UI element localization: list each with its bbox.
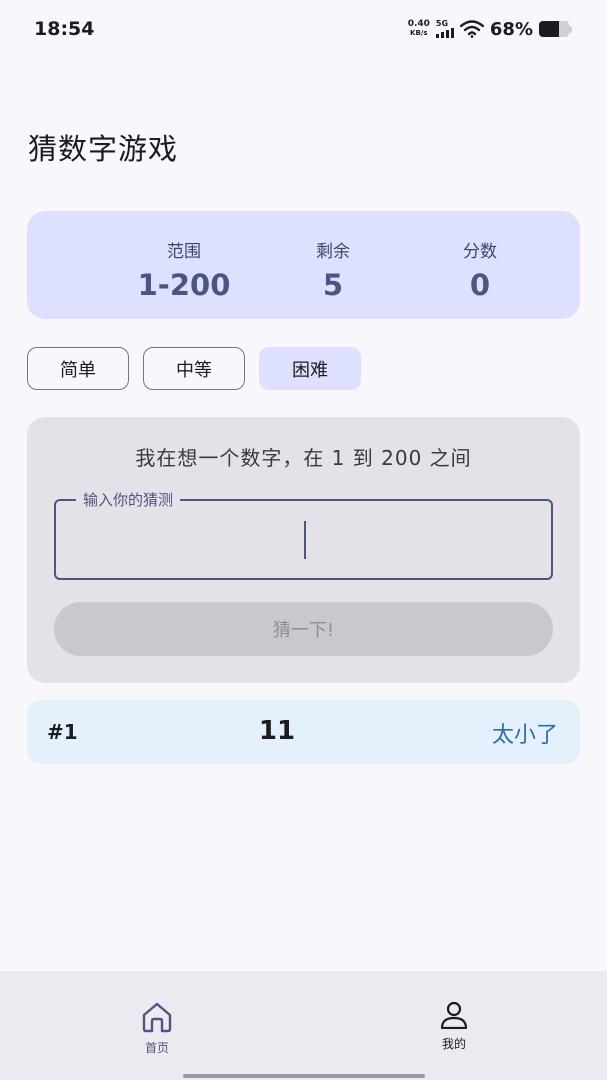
nav-item-profile[interactable]: 我的: [394, 1001, 514, 1052]
stat-remaining: 剩余 5: [263, 237, 403, 302]
game-card: 我在想一个数字，在 1 到 200 之间 输入你的猜测 猜一下!: [27, 417, 580, 683]
difficulty-hard-button[interactable]: 困难: [259, 347, 361, 390]
stat-score-label: 分数: [463, 242, 497, 262]
text-caret: [304, 521, 306, 559]
game-prompt: 我在想一个数字，在 1 到 200 之间: [135, 446, 472, 470]
person-icon: [440, 1001, 468, 1029]
network-type: 5G: [435, 19, 449, 28]
stat-range-label: 范围: [167, 242, 201, 262]
network-speed-value: 0.40: [407, 19, 430, 29]
signal-bars-icon: [435, 28, 454, 38]
status-time: 18:54: [34, 18, 95, 40]
guess-input[interactable]: 输入你的猜测: [54, 489, 553, 580]
page-title: 猜数字游戏: [28, 132, 179, 166]
history-index: #1: [47, 720, 78, 744]
difficulty-easy-button[interactable]: 简单: [27, 347, 129, 390]
stat-score-value: 0: [469, 268, 491, 302]
network-speed-unit: KB/s: [410, 29, 428, 37]
home-icon: [142, 1002, 172, 1033]
cellular-signal: 5G: [435, 19, 454, 38]
history-result: 太小了: [491, 723, 558, 748]
battery-percent: 68%: [489, 18, 533, 40]
stat-remaining-value: 5: [322, 268, 344, 302]
guess-button[interactable]: 猜一下!: [54, 602, 553, 656]
nav-item-home[interactable]: 首页: [97, 1001, 217, 1056]
guess-input-label: 输入你的猜测: [76, 489, 181, 510]
stat-range-value: 1-200: [137, 268, 231, 302]
status-bar: 18:54 0.40 KB/s 5G 68%: [0, 0, 607, 58]
home-indicator: [183, 1074, 425, 1078]
wifi-icon: [459, 20, 484, 38]
battery-icon: [539, 21, 573, 37]
history-row: #1 11 太小了: [27, 700, 580, 764]
nav-home-label: 首页: [144, 1041, 169, 1055]
stat-score: 分数 0: [410, 237, 550, 302]
stat-range: 范围 1-200: [114, 237, 254, 302]
difficulty-selector: 简单 中等 困难: [0, 347, 607, 390]
stats-card: 范围 1-200 剩余 5 分数 0: [27, 211, 580, 319]
difficulty-medium-button[interactable]: 中等: [143, 347, 245, 390]
stat-remaining-label: 剩余: [316, 242, 350, 262]
history-guess: 11: [258, 716, 296, 746]
network-speed: 0.40 KB/s: [408, 20, 430, 38]
bottom-nav: 首页 我的: [0, 971, 607, 1080]
nav-profile-label: 我的: [441, 1037, 466, 1051]
status-indicators: 0.40 KB/s 5G 68%: [408, 19, 573, 40]
